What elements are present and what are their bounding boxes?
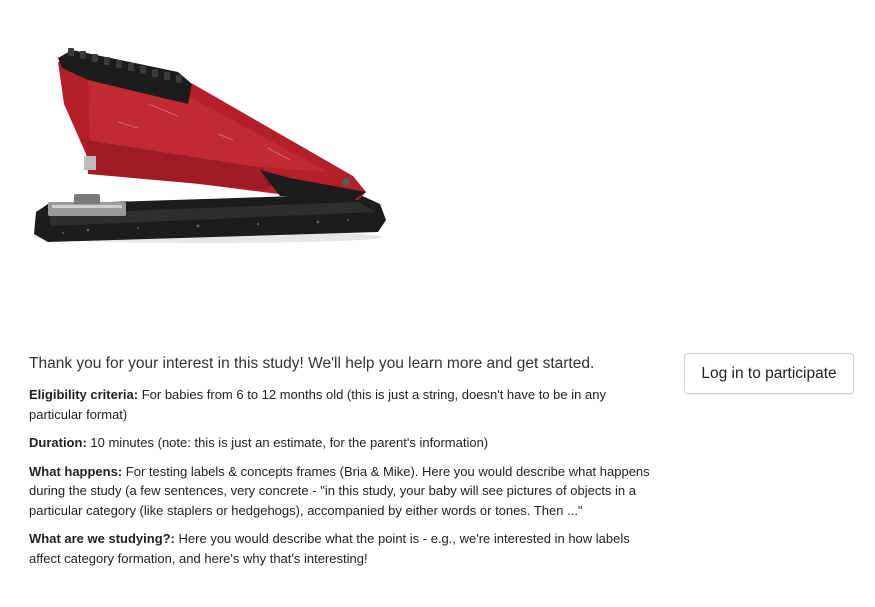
login-to-participate-button[interactable]: Log in to participate <box>684 353 854 394</box>
what-happens-text: For testing labels & concepts frames (Br… <box>29 463 650 518</box>
study-details: Eligibility criteria: For babies from 6 … <box>29 385 659 577</box>
duration-text: 10 minutes (note: this is just an estima… <box>90 435 489 450</box>
what-happens-label: What happens: <box>29 463 123 479</box>
intro-text: Thank you for your interest in this stud… <box>29 355 595 372</box>
duration-label: Duration: <box>29 435 87 450</box>
what-studying-label: What are we studying?: <box>29 531 175 546</box>
study-detail-page: Thank you for your interest in this stud… <box>0 0 875 607</box>
duration-section: Duration: 10 minutes (note: this is just… <box>29 433 659 453</box>
eligibility-section: Eligibility criteria: For babies from 6 … <box>29 385 659 424</box>
study-thumbnail-image <box>28 44 390 249</box>
eligibility-label: Eligibility criteria: <box>29 387 139 402</box>
what-studying-section: What are we studying?: Here you would de… <box>29 529 659 568</box>
what-happens-section: What happens: For testing labels & conce… <box>29 462 659 521</box>
